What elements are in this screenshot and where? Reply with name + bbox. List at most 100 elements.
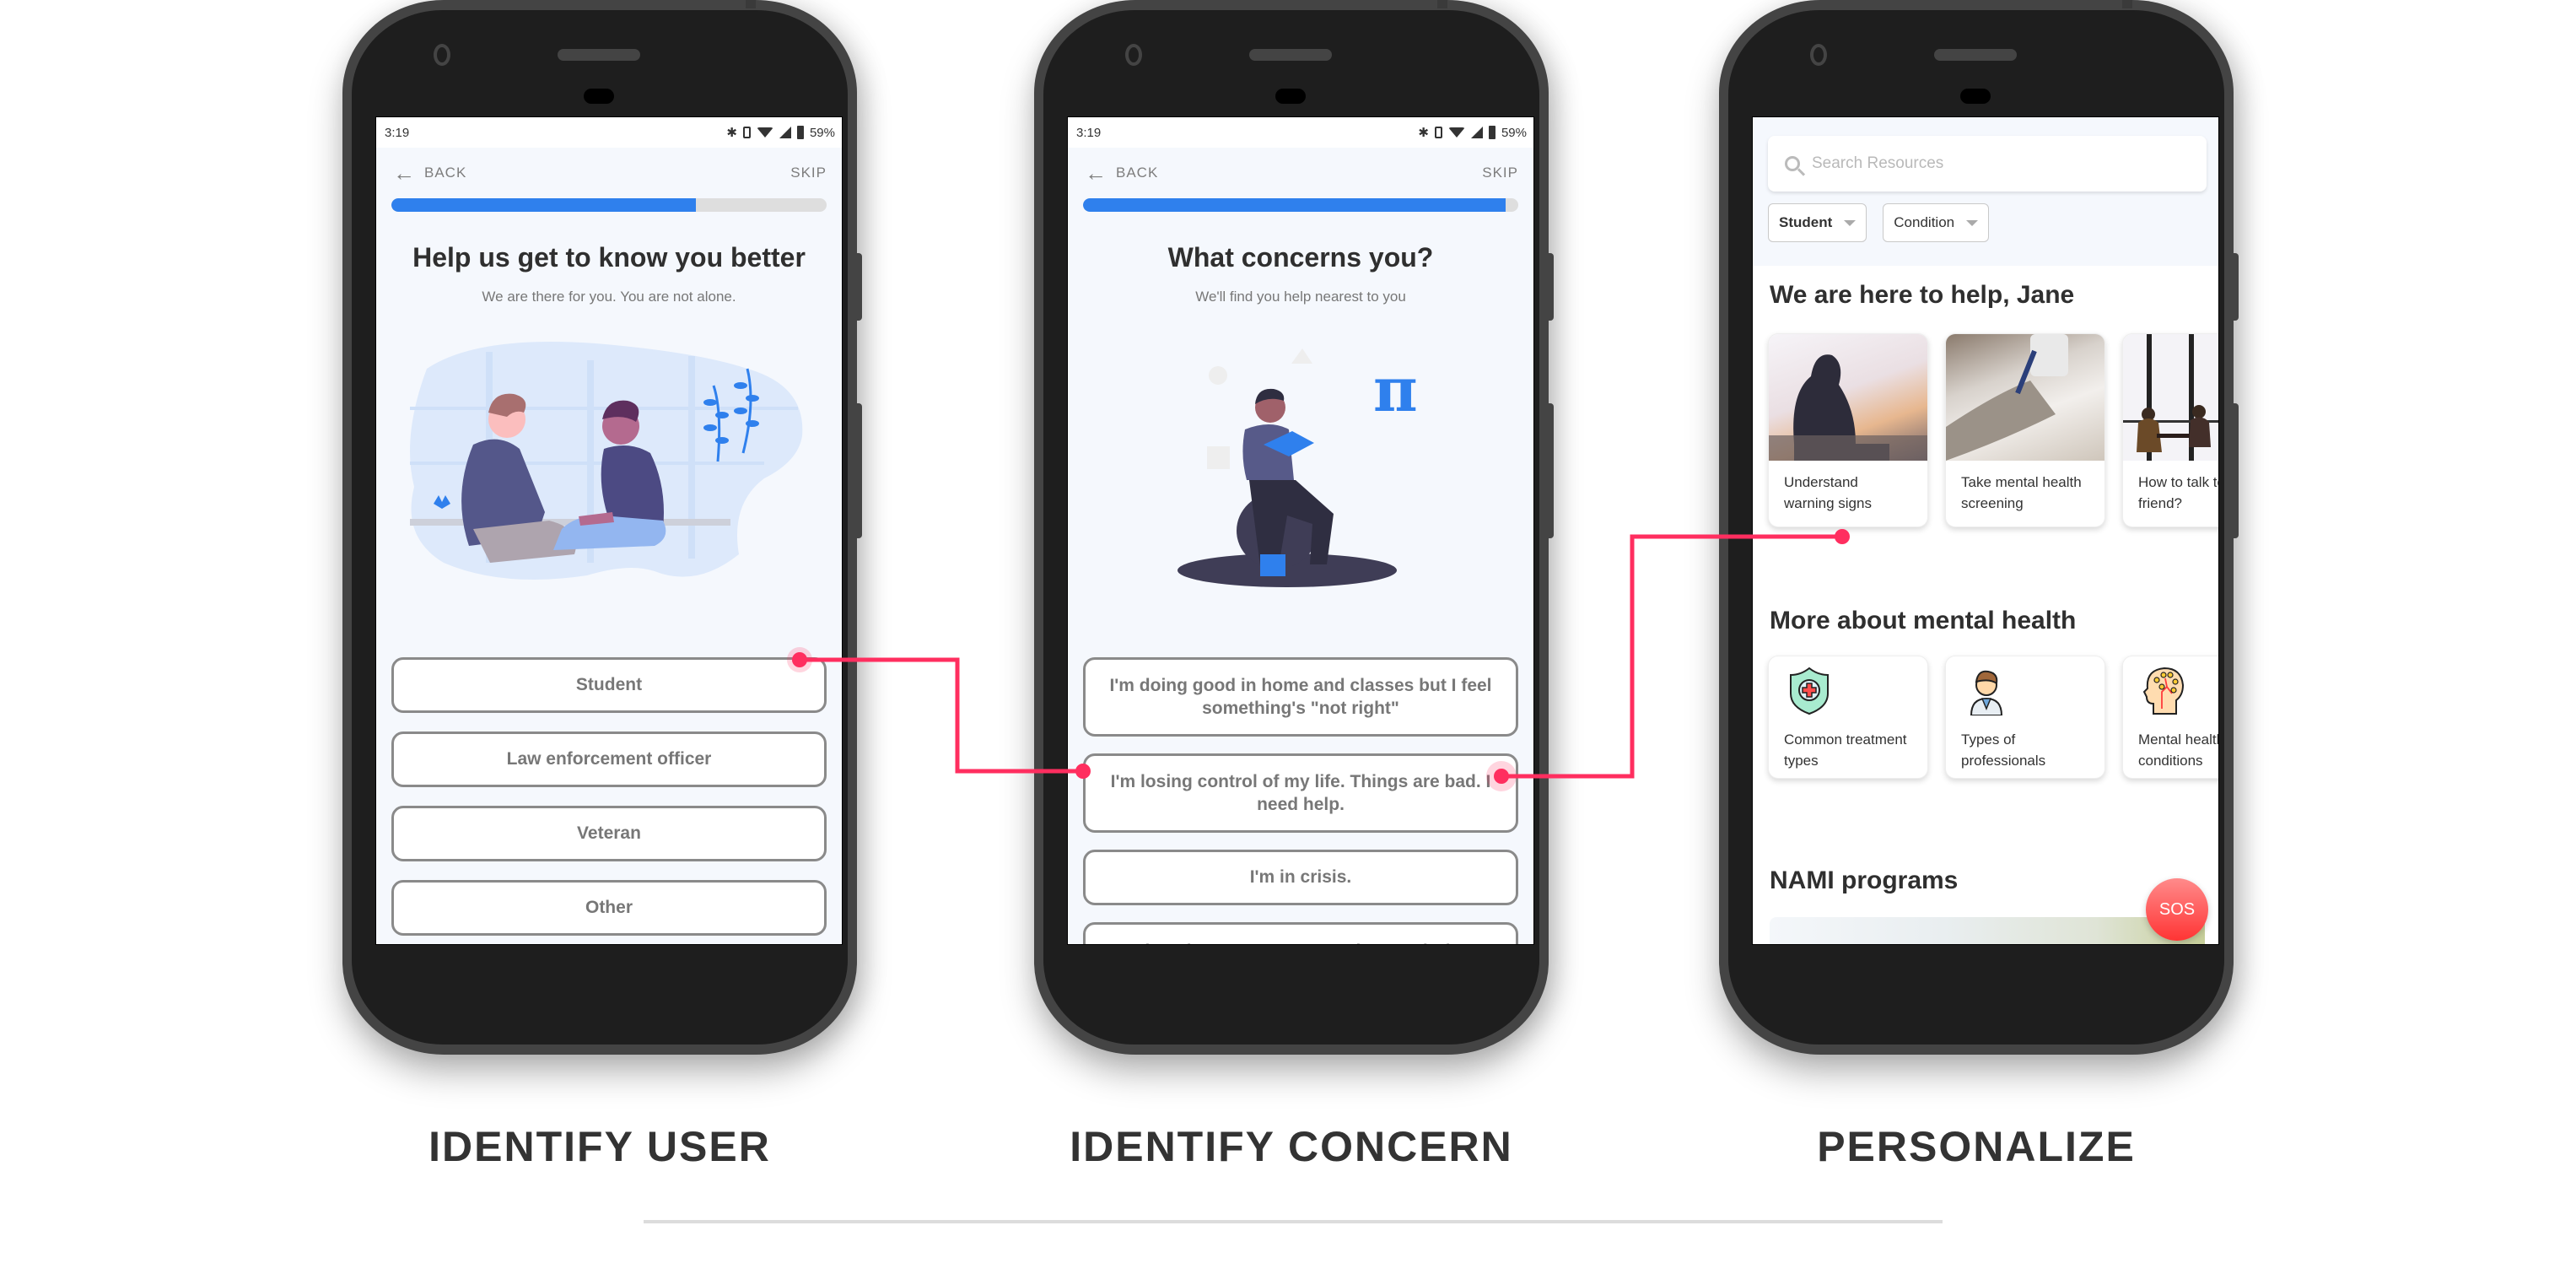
phone-seam xyxy=(1437,0,1447,8)
filter-condition-dropdown[interactable]: Condition xyxy=(1883,203,1990,242)
card-treatment-types[interactable]: Common treatment types xyxy=(1768,656,1928,779)
screen-personalize: Search Resources Student Condition We ar… xyxy=(1752,116,2219,945)
phone-identify-user: 3:19 ✱ 59% ← BACK SKIP Help us get to kn… xyxy=(342,0,862,1055)
step-label-personalize: PERSONALIZE xyxy=(1817,1123,2136,1170)
shield-cross-icon xyxy=(1790,667,1829,715)
camera-icon xyxy=(434,44,450,66)
card-warning-signs[interactable]: Understand warning signs xyxy=(1768,333,1928,527)
vibrate-icon xyxy=(742,127,751,138)
phone-bezel: 3:19 ✱ 59% ← BACK SKIP xyxy=(1043,10,1539,1045)
bluetooth-icon: ✱ xyxy=(1418,126,1429,140)
option-veteran[interactable]: Veteran xyxy=(391,806,827,861)
two-people-at-table-photo xyxy=(2123,334,2218,461)
card-label: How to talk to a friend? xyxy=(2138,474,2218,511)
info-cards: Common treatment types Types of professi… xyxy=(1768,656,2219,779)
page-subtitle: We are there for you. You are not alone. xyxy=(482,289,736,305)
card-label: Types of professionals xyxy=(1961,731,2046,769)
filter-row: Student Condition xyxy=(1768,203,2218,242)
card-how-to-talk[interactable]: How to talk to a friend? xyxy=(2122,333,2218,527)
vibrate-icon xyxy=(1434,127,1442,138)
option-label: Other xyxy=(585,898,633,918)
proximity-sensor xyxy=(584,89,614,104)
photo-silhouette xyxy=(1769,354,1927,461)
phone-seam xyxy=(2122,0,2132,8)
card-label: Mental health conditions xyxy=(2138,731,2219,769)
bottom-divider xyxy=(644,1220,1943,1223)
card-label: Understand warning signs xyxy=(1784,474,1872,511)
bluetooth-icon: ✱ xyxy=(726,126,737,140)
sos-button[interactable]: SOS xyxy=(2146,878,2208,941)
brain-head-icon xyxy=(2142,667,2185,715)
option-law-enforcement[interactable]: Law enforcement officer xyxy=(391,731,827,787)
search-icon xyxy=(1785,156,1800,171)
signal-icon xyxy=(1470,127,1483,138)
onboarding-nav: ← BACK SKIP xyxy=(1068,148,1533,198)
phone-power-button xyxy=(2232,253,2239,321)
onboarding-nav: ← BACK SKIP xyxy=(376,148,842,198)
battery-percent: 59% xyxy=(1501,125,1527,140)
card-label: Common treatment types xyxy=(1784,731,1907,769)
card-mental-health-screening[interactable]: Take mental health screening xyxy=(1945,333,2105,527)
search-header: Search Resources Student Condition xyxy=(1753,117,2218,266)
status-time: 3:19 xyxy=(385,125,410,140)
woman-on-cliff-photo xyxy=(1769,334,1927,461)
user-type-options: Student Law enforcement officer Veteran … xyxy=(391,657,827,936)
option-crisis[interactable]: I'm in crisis. xyxy=(1083,850,1518,905)
step-label-identify-concern: IDENTIFY CONCERN xyxy=(1070,1123,1513,1170)
person-reading-illustration: π xyxy=(1178,348,1418,587)
nami-programs-heading: NAMI programs xyxy=(1770,866,1959,894)
option-label: Law enforcement officer xyxy=(506,749,712,769)
option-student[interactable]: Student xyxy=(391,657,827,713)
card-mental-health-conditions[interactable]: Mental health conditions xyxy=(2122,656,2219,779)
phone-identify-concern: 3:19 ✱ 59% ← BACK SKIP What concerns you… xyxy=(1034,0,1554,1055)
battery-icon xyxy=(796,126,804,139)
screen-identify-user: 3:19 ✱ 59% ← BACK SKIP Help us get to kn… xyxy=(375,116,843,945)
skip-button[interactable]: SKIP xyxy=(1482,165,1518,181)
greeting-heading: We are here to help, Jane xyxy=(1770,281,2075,309)
option-not-right[interactable]: I'm doing good in home and classes but I… xyxy=(1083,657,1518,737)
filter-user-type-dropdown[interactable]: Student xyxy=(1768,203,1867,242)
screen-identify-concern: 3:19 ✱ 59% ← BACK SKIP What concerns you… xyxy=(1067,116,1534,945)
phone-power-button xyxy=(855,253,862,321)
search-input[interactable]: Search Resources xyxy=(1768,136,2207,192)
nami-program-photo[interactable] xyxy=(1770,917,2205,944)
speaker-grille xyxy=(558,49,640,61)
page-title: What concerns you? xyxy=(1167,242,1434,273)
phone-seam xyxy=(746,0,756,8)
photo-silhouette xyxy=(2123,334,2218,461)
signal-icon xyxy=(779,127,791,138)
help-cards: Understand warning signs Take mental hea… xyxy=(1768,333,2218,527)
page-subtitle: We'll find you help nearest to you xyxy=(1195,289,1406,305)
status-bar: 3:19 ✱ 59% xyxy=(1068,117,1533,148)
arrow-left-icon: ← xyxy=(1085,160,1107,186)
proximity-sensor xyxy=(1275,89,1306,104)
wifi-icon xyxy=(756,127,773,138)
card-label: Take mental health screening xyxy=(1961,474,2082,511)
step-label-identify-user: IDENTIFY USER xyxy=(428,1123,771,1170)
chevron-down-icon xyxy=(1844,219,1857,226)
filter-label: Condition xyxy=(1894,214,1955,230)
option-label: Student xyxy=(575,675,643,695)
option-label: I'm doing good in home and classes but I… xyxy=(1109,675,1492,718)
pi-symbol: π xyxy=(1373,354,1418,425)
card-types-of-professionals[interactable]: Types of professionals xyxy=(1945,656,2105,779)
option-other[interactable]: Other xyxy=(391,880,827,936)
phone-power-button xyxy=(1547,253,1554,321)
page-title: Help us get to know you better xyxy=(412,242,806,273)
option-label: I'm losing control of my life. Things ar… xyxy=(1110,771,1491,814)
speaker-grille xyxy=(1249,49,1332,61)
back-button[interactable]: ← BACK xyxy=(393,162,466,184)
camera-icon xyxy=(1810,44,1827,66)
back-button[interactable]: ← BACK xyxy=(1085,162,1158,184)
phone-personalize: Search Resources Student Condition We ar… xyxy=(1719,0,2239,1055)
progress-fill xyxy=(1083,198,1506,212)
concern-options: I'm doing good in home and classes but I… xyxy=(1083,657,1518,944)
option-losing-control[interactable]: I'm losing control of my life. Things ar… xyxy=(1083,753,1518,833)
proximity-sensor xyxy=(1960,89,1991,104)
phone-volume-button xyxy=(855,403,862,538)
phone-bezel: Search Resources Student Condition We ar… xyxy=(1728,10,2224,1045)
back-label: BACK xyxy=(1116,165,1159,181)
skip-button[interactable]: SKIP xyxy=(790,165,827,181)
photo-details xyxy=(1946,334,2068,461)
option-no-concerns[interactable]: I don't have any concerns, just explorin… xyxy=(1083,922,1518,944)
